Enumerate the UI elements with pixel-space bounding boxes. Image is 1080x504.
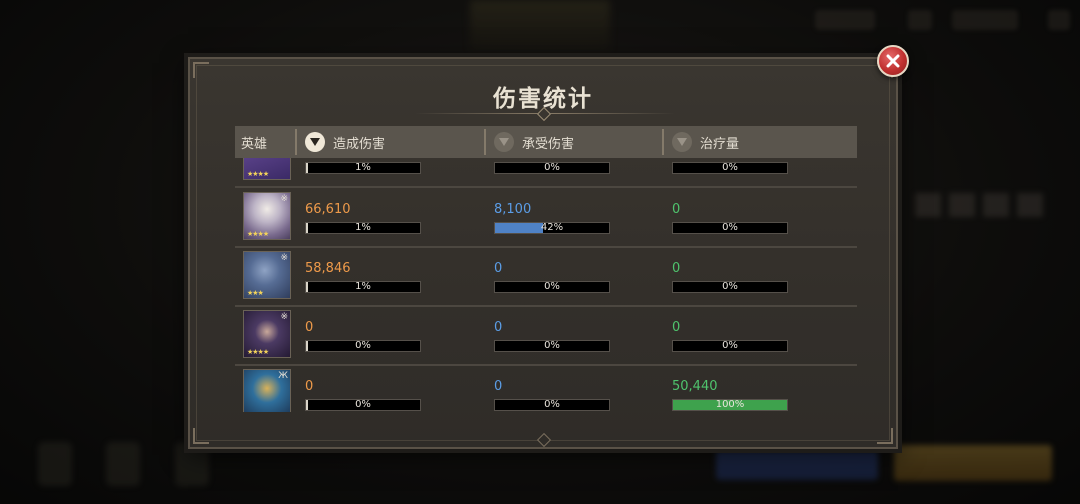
star-rating: ★★★ bbox=[247, 289, 264, 297]
damage-dealt-bar: 1% bbox=[305, 281, 421, 293]
column-label: 造成伤害 bbox=[333, 136, 386, 152]
healing-bar: 0% bbox=[672, 340, 788, 352]
hero-row: ※ ★★★★ 0 0% 0 0% 0 0% bbox=[235, 306, 857, 366]
hero-row: Ж 0 0% 0 0% 50,440 100% bbox=[235, 365, 857, 412]
column-separator bbox=[662, 129, 664, 155]
hero-row: ※ ★★★★ 66,610 1% 8,100 42% 0 0% bbox=[235, 188, 857, 248]
damage-taken-value: 0 bbox=[494, 261, 503, 276]
damage-taken-bar: 0% bbox=[494, 162, 610, 174]
column-header-hero: 英雄 bbox=[241, 136, 268, 152]
bar-percent: 0% bbox=[544, 399, 560, 410]
damage-stats-panel: 伤害统计 英雄 造成伤害 承受伤害 治疗量 ★★★★ 1% 0% 0% ※ ★★… bbox=[188, 57, 898, 449]
bar-percent: 0% bbox=[722, 222, 738, 233]
sort-dropdown-icon[interactable] bbox=[305, 132, 325, 152]
bar-percent: 0% bbox=[722, 162, 738, 173]
bar-percent: 0% bbox=[355, 399, 371, 410]
column-header-healing[interactable]: 治疗量 bbox=[672, 126, 739, 158]
class-badge-icon: ※ bbox=[280, 312, 288, 322]
sort-dropdown-icon[interactable] bbox=[494, 132, 514, 152]
hero-portrait-icon[interactable]: ※ ★★★★ bbox=[243, 310, 291, 358]
healing-value: 50,440 bbox=[672, 379, 718, 394]
healing-value: 0 bbox=[672, 320, 681, 335]
bar-percent: 0% bbox=[544, 281, 560, 292]
hero-row: ※ ★★★ 58,846 1% 0 0% 0 0% bbox=[235, 247, 857, 307]
healing-value: 0 bbox=[672, 202, 681, 217]
column-separator bbox=[484, 129, 486, 155]
bar-percent: 1% bbox=[355, 281, 371, 292]
star-rating: ★★★★ bbox=[247, 230, 269, 238]
column-separator bbox=[295, 129, 297, 155]
damage-dealt-bar: 0% bbox=[305, 340, 421, 352]
class-badge-icon: ※ bbox=[280, 194, 288, 204]
corner-ornament bbox=[877, 428, 893, 444]
bar-percent: 1% bbox=[355, 162, 371, 173]
damage-dealt-value: 66,610 bbox=[305, 202, 351, 217]
corner-ornament bbox=[193, 428, 209, 444]
corner-ornament bbox=[193, 62, 209, 78]
close-button[interactable] bbox=[877, 45, 909, 77]
star-rating: ★★★★ bbox=[247, 348, 269, 356]
hero-portrait-icon[interactable]: ★★★★ bbox=[243, 158, 291, 180]
column-label: 承受伤害 bbox=[522, 136, 575, 152]
bar-percent: 0% bbox=[722, 281, 738, 292]
bottom-diamond-ornament bbox=[536, 432, 552, 448]
healing-bar: 0% bbox=[672, 281, 788, 293]
damage-taken-bar: 0% bbox=[494, 281, 610, 293]
damage-dealt-value: 0 bbox=[305, 379, 314, 394]
damage-taken-value: 0 bbox=[494, 379, 503, 394]
sort-dropdown-icon[interactable] bbox=[672, 132, 692, 152]
healing-value: 0 bbox=[672, 261, 681, 276]
damage-dealt-bar: 1% bbox=[305, 162, 421, 174]
damage-dealt-bar: 1% bbox=[305, 222, 421, 234]
damage-taken-bar: 42% bbox=[494, 222, 610, 234]
damage-dealt-value: 0 bbox=[305, 320, 314, 335]
table-header: 英雄 造成伤害 承受伤害 治疗量 bbox=[235, 126, 857, 158]
damage-dealt-bar: 0% bbox=[305, 399, 421, 411]
hero-portrait-icon[interactable]: ※ ★★★ bbox=[243, 251, 291, 299]
class-badge-icon: Ж bbox=[278, 371, 288, 381]
damage-dealt-value: 58,846 bbox=[305, 261, 351, 276]
damage-taken-bar: 0% bbox=[494, 399, 610, 411]
healing-bar: 0% bbox=[672, 222, 788, 234]
column-header-damage-dealt[interactable]: 造成伤害 bbox=[305, 126, 385, 158]
class-badge-icon: ※ bbox=[280, 253, 288, 263]
bar-percent: 100% bbox=[715, 399, 745, 410]
bar-percent: 0% bbox=[355, 340, 371, 351]
bar-percent: 0% bbox=[722, 340, 738, 351]
bar-percent: 42% bbox=[540, 222, 564, 233]
bar-percent: 0% bbox=[544, 340, 560, 351]
hero-portrait-icon[interactable]: Ж bbox=[243, 369, 291, 412]
bar-percent: 0% bbox=[544, 162, 560, 173]
hero-row: ★★★★ 1% 0% 0% bbox=[235, 158, 857, 188]
healing-bar: 100% bbox=[672, 399, 788, 411]
column-header-damage-taken[interactable]: 承受伤害 bbox=[494, 126, 574, 158]
hero-stats-list[interactable]: ★★★★ 1% 0% 0% ※ ★★★★ 66,610 1% 8,100 42%… bbox=[235, 158, 857, 412]
damage-taken-bar: 0% bbox=[494, 340, 610, 352]
column-label: 治疗量 bbox=[700, 136, 740, 152]
healing-bar: 0% bbox=[672, 162, 788, 174]
star-rating: ★★★★ bbox=[247, 170, 269, 178]
close-icon bbox=[886, 54, 900, 68]
damage-taken-value: 0 bbox=[494, 320, 503, 335]
bar-percent: 1% bbox=[355, 222, 371, 233]
damage-taken-value: 8,100 bbox=[494, 202, 532, 217]
hero-portrait-icon[interactable]: ※ ★★★★ bbox=[243, 192, 291, 240]
